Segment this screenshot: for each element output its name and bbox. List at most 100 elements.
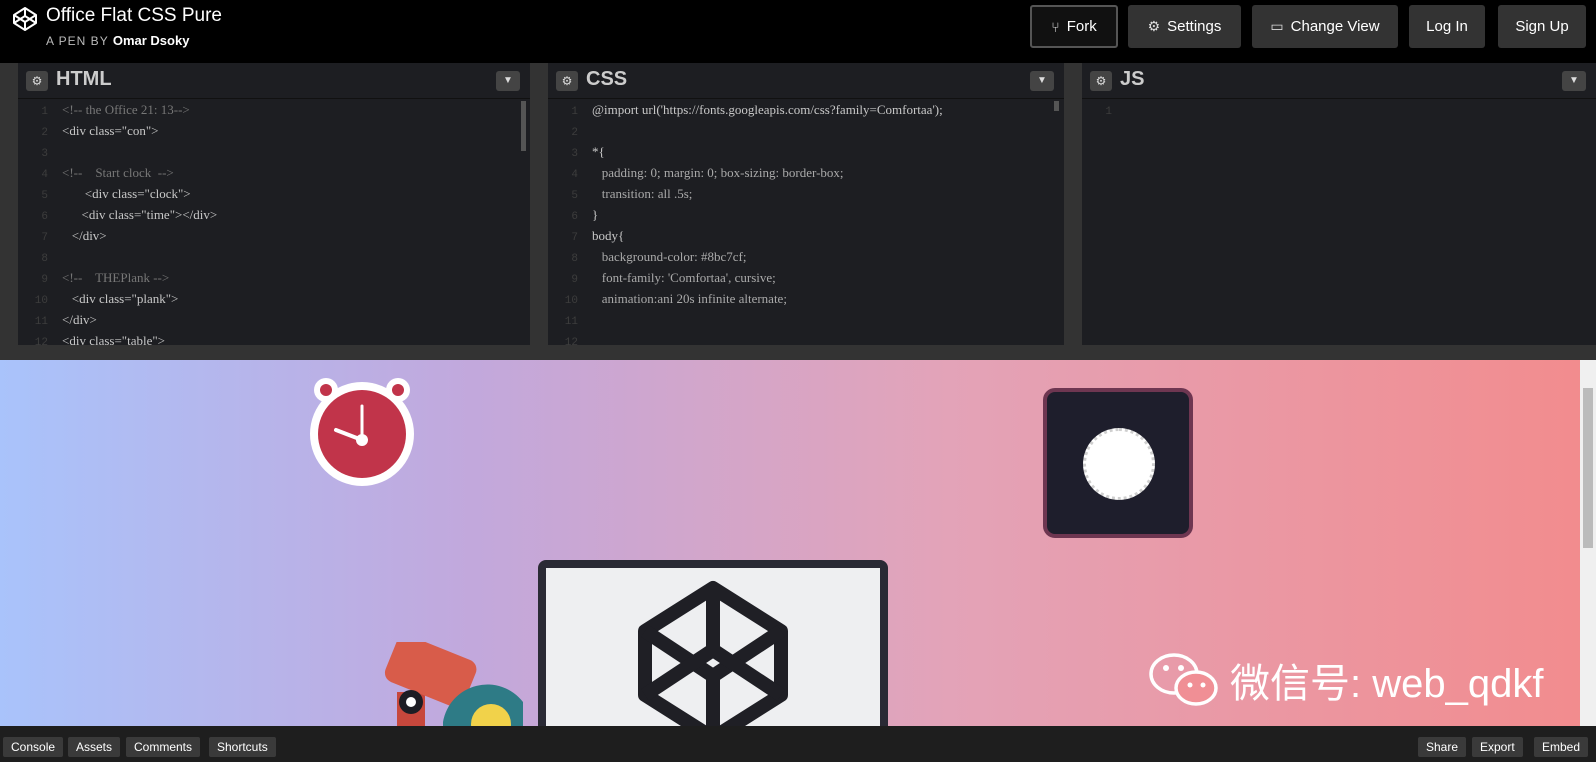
- code-line[interactable]: 11: [548, 309, 1064, 330]
- code-line[interactable]: 6 <div class="time"></div>: [18, 204, 530, 225]
- change-view-label: Change View: [1290, 18, 1380, 35]
- code-line[interactable]: 7 body{: [548, 225, 1064, 246]
- html-editor: ⚙ HTML ▼ 1 <!-- the Office 21: 13--> 2 <div…: [18, 63, 530, 345]
- html-scrollbar[interactable]: [521, 101, 526, 151]
- css-collapse-chevron-icon[interactable]: ▼: [1030, 71, 1054, 91]
- code-line[interactable]: 12: [548, 330, 1064, 345]
- html-code[interactable]: 1 <!-- the Office 21: 13--> 2 <div class="c…: [18, 99, 530, 345]
- code-text: *{: [592, 144, 605, 159]
- shortcuts-button[interactable]: Shortcuts: [209, 737, 276, 757]
- preview-scrollbar[interactable]: [1580, 360, 1596, 726]
- code-line[interactable]: 9 <!-- THEPlank -->: [18, 267, 530, 288]
- code-text: <div class="plank">: [62, 291, 179, 306]
- bottom-bar: Console Assets Comments Shortcuts Share …: [0, 726, 1596, 762]
- line-number: 12: [564, 337, 578, 345]
- code-text: font-family: 'Comfortaa', cursive;: [592, 270, 776, 285]
- pane-resizer[interactable]: [0, 63, 18, 345]
- clock-illustration: [310, 378, 414, 486]
- code-line[interactable]: 2 <div class="con">: [18, 120, 530, 141]
- code-line[interactable]: 12 <div class="table">: [18, 330, 530, 345]
- code-line[interactable]: 10 animation:ani 20s infinite alternate;: [548, 288, 1064, 309]
- code-line[interactable]: 5 transition: all .5s;: [548, 183, 1064, 204]
- change-view-button[interactable]: ▭ Change View: [1252, 5, 1398, 48]
- monitor-screen: [546, 568, 880, 726]
- white-dot: [1083, 428, 1155, 500]
- code-text: <!-- Start clock -->: [62, 165, 174, 180]
- wechat-watermark: 微信号: web_qdkf: [1148, 650, 1543, 710]
- js-editor: ⚙ JS ▼ 1: [1082, 63, 1596, 345]
- settings-button[interactable]: ⚙ Settings: [1128, 5, 1241, 48]
- code-line[interactable]: 9 font-family: 'Comfortaa', cursive;: [548, 267, 1064, 288]
- code-line[interactable]: 10 <div class="plank">: [18, 288, 530, 309]
- code-line[interactable]: 8: [18, 246, 530, 267]
- code-line[interactable]: 1: [1082, 99, 1596, 120]
- code-text: body{: [592, 228, 625, 243]
- css-scrollbar[interactable]: [1054, 101, 1059, 111]
- code-text: <!-- THEPlank -->: [62, 270, 170, 285]
- code-line[interactable]: 11 </div>: [18, 309, 530, 330]
- code-line[interactable]: 7 </div>: [18, 225, 530, 246]
- html-settings-gear-icon[interactable]: ⚙: [26, 71, 48, 91]
- fork-icon: ⑂: [1051, 18, 1060, 35]
- code-text: <!-- the Office 21: 13-->: [62, 102, 190, 117]
- preview-scrollbar-thumb[interactable]: [1583, 388, 1593, 548]
- lamp-illustration: [384, 642, 523, 726]
- preview-resize-bar[interactable]: [0, 345, 1596, 360]
- code-text: <div class="con">: [62, 123, 159, 138]
- css-settings-gear-icon[interactable]: ⚙: [556, 71, 578, 91]
- editor-panels: ⚙ HTML ▼ 1 <!-- the Office 21: 13--> 2 <div…: [0, 63, 1596, 345]
- code-line[interactable]: 2: [548, 120, 1064, 141]
- fork-button[interactable]: ⑂ Fork: [1030, 5, 1118, 48]
- login-button[interactable]: Log In: [1409, 5, 1485, 48]
- pane-resizer[interactable]: [530, 63, 548, 345]
- code-line[interactable]: 8 background-color: #8bc7cf;: [548, 246, 1064, 267]
- css-pane-title: CSS: [586, 68, 628, 90]
- layout-icon: ▭: [1270, 18, 1284, 34]
- code-text: transition: all .5s;: [592, 186, 693, 201]
- console-button[interactable]: Console: [3, 737, 64, 757]
- export-button[interactable]: Export: [1472, 737, 1523, 757]
- js-pane-header: ⚙ JS ▼: [1082, 63, 1596, 99]
- author-link[interactable]: Omar Dsoky: [113, 33, 190, 48]
- monitor-illustration: [538, 560, 888, 726]
- code-text: </div>: [62, 228, 107, 243]
- html-pane-title: HTML: [56, 68, 112, 90]
- code-line[interactable]: 3 *{: [548, 141, 1064, 162]
- embed-button[interactable]: Embed: [1534, 737, 1589, 757]
- byline-prefix: A PEN BY: [46, 34, 109, 48]
- css-code[interactable]: 1 @import url('https://fonts.googleapis.c…: [548, 99, 1064, 345]
- wechat-icon: [1149, 653, 1218, 706]
- codepen-logo-icon[interactable]: [12, 6, 38, 32]
- pen-title[interactable]: Office Flat CSS Pure: [46, 5, 222, 27]
- css-editor: ⚙ CSS ▼ 1 @import url('https://fonts.goog…: [548, 63, 1064, 345]
- js-collapse-chevron-icon[interactable]: ▼: [1562, 71, 1586, 91]
- signup-button[interactable]: Sign Up: [1498, 5, 1586, 48]
- code-line[interactable]: 1 @import url('https://fonts.googleapis.c…: [548, 99, 1064, 120]
- code-line[interactable]: 4 padding: 0; margin: 0; box-sizing: bor…: [548, 162, 1064, 183]
- pen-byline: A PEN BY Omar Dsoky: [46, 33, 189, 48]
- code-text: </div>: [62, 312, 97, 327]
- code-line[interactable]: 1 <!-- the Office 21: 13-->: [18, 99, 530, 120]
- watermark-text: 微信号: web_qdkf: [1230, 662, 1544, 706]
- code-line[interactable]: 5 <div class="clock">: [18, 183, 530, 204]
- comments-button[interactable]: Comments: [126, 737, 201, 757]
- js-code[interactable]: 1: [1082, 99, 1596, 345]
- code-text: background-color: #8bc7cf;: [592, 249, 747, 264]
- css-pane-header: ⚙ CSS ▼: [548, 63, 1064, 99]
- top-bar: Office Flat CSS Pure A PEN BY Omar Dsoky…: [0, 0, 1596, 60]
- code-line[interactable]: 4 <!-- Start clock -->: [18, 162, 530, 183]
- code-line[interactable]: 6}: [548, 204, 1064, 225]
- assets-button[interactable]: Assets: [68, 737, 121, 757]
- share-button[interactable]: Share: [1418, 737, 1467, 757]
- clock-hands-icon: [334, 404, 368, 446]
- code-text: <div class="table">: [62, 333, 166, 345]
- code-text: @import url('https://fonts.googleapis.co…: [592, 102, 943, 117]
- html-pane-header: ⚙ HTML ▼: [18, 63, 530, 99]
- gear-icon: ⚙: [1147, 18, 1161, 34]
- js-settings-gear-icon[interactable]: ⚙: [1090, 71, 1112, 91]
- html-collapse-chevron-icon[interactable]: ▼: [496, 71, 520, 91]
- pane-resizer[interactable]: [1064, 63, 1082, 345]
- settings-label: Settings: [1167, 18, 1222, 35]
- line-number: 1: [1105, 106, 1112, 118]
- code-line[interactable]: 3: [18, 141, 530, 162]
